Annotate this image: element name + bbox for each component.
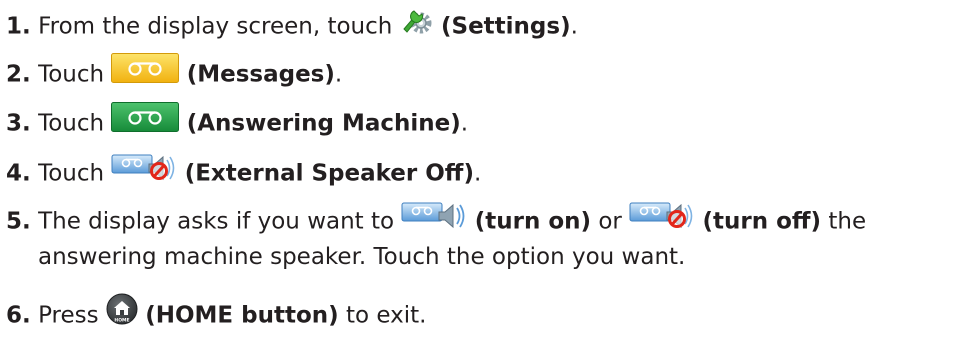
speaker-on-icon — [401, 199, 467, 239]
step-text: Touch — [38, 160, 105, 187]
step-text: to exit. — [345, 302, 427, 329]
step-number: 1. — [6, 13, 31, 40]
step-number: 4. — [6, 160, 31, 187]
answering-machine-label: (Answering Machine) — [186, 110, 461, 137]
turn-on-label: (turn on) — [474, 208, 592, 235]
settings-icon — [400, 5, 434, 43]
step-5-continuation: answering machine speaker. Touch the opt… — [38, 244, 686, 270]
step-3: 3. Touch (Answering Machine). — [6, 102, 972, 143]
speaker-off-icon — [629, 199, 695, 239]
home-icon-text: HOME — [114, 318, 129, 324]
turn-off-label: (turn off) — [702, 208, 822, 235]
step-punct: . — [570, 13, 578, 40]
step-text: Touch — [38, 61, 105, 88]
step-text: From the display screen, touch — [38, 13, 393, 40]
step-text: the — [828, 208, 867, 235]
step-number: 2. — [6, 61, 31, 88]
step-text: or — [598, 208, 622, 235]
messages-icon — [111, 53, 180, 91]
home-button-label: (HOME button) — [145, 302, 339, 329]
instruction-steps: 1. From the display screen, touch (Setti… — [0, 0, 972, 343]
step-4: 4. Touch (External Speaker Off). — [6, 154, 972, 194]
step-6: 6. Press HOME (HOME button) to exit. — [6, 293, 972, 336]
step-punct: . — [473, 160, 482, 187]
step-number: 6. — [6, 302, 31, 329]
settings-label: (Settings) — [441, 13, 571, 40]
external-speaker-off-icon — [111, 151, 177, 191]
external-speaker-off-label: (External Speaker Off) — [184, 160, 474, 187]
step-text: Press — [38, 302, 99, 329]
step-5: 5. The display asks if you want to (turn… — [6, 202, 972, 272]
step-text: Touch — [38, 110, 105, 137]
step-1: 1. From the display screen, touch (Setti… — [6, 8, 972, 46]
home-button-icon: HOME — [106, 293, 138, 333]
step-punct: . — [460, 110, 469, 137]
step-number: 5. — [6, 208, 31, 235]
step-number: 3. — [6, 110, 31, 137]
step-2: 2. Touch (Messages). — [6, 53, 972, 94]
step-text: The display asks if you want to — [38, 208, 395, 235]
step-punct: . — [334, 61, 343, 88]
messages-label: (Messages) — [186, 61, 335, 88]
answering-machine-icon — [111, 102, 180, 140]
